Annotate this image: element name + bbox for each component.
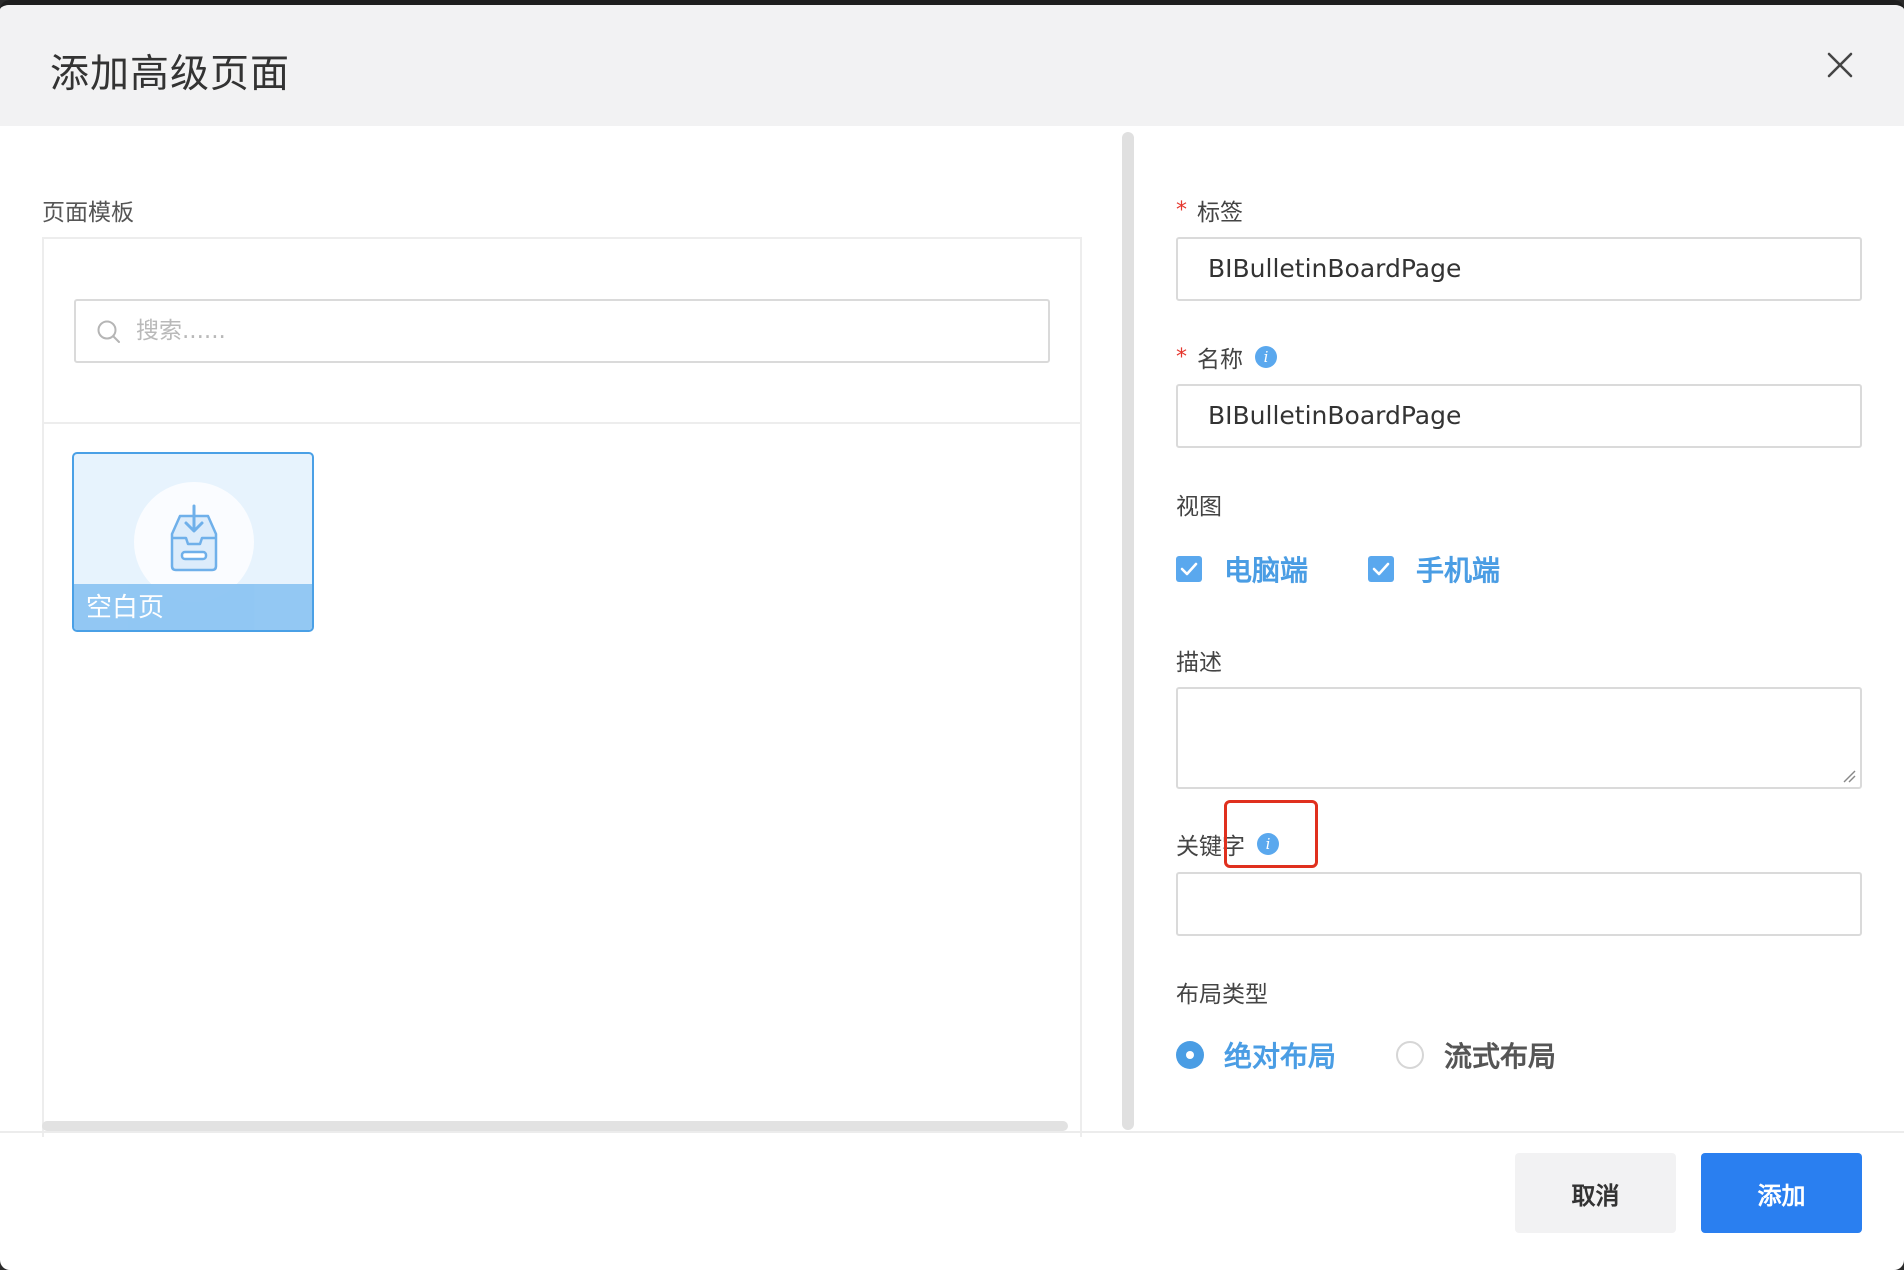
dialog-title: 添加高级页面 xyxy=(50,52,291,97)
radio-unselected-icon xyxy=(1396,1041,1424,1069)
info-icon[interactable]: i xyxy=(1255,346,1277,368)
layout-type-label: 布局类型 xyxy=(1176,982,1268,1008)
checkbox-checked-icon xyxy=(1368,556,1394,582)
checkbox-desktop[interactable]: 电脑端 xyxy=(1176,549,1308,589)
checkbox-mobile-label: 手机端 xyxy=(1416,554,1501,587)
add-button[interactable]: 添加 xyxy=(1701,1153,1862,1233)
template-card-blank[interactable]: 空白页 xyxy=(72,452,314,632)
radio-flow-label: 流式布局 xyxy=(1444,1040,1557,1073)
radio-selected-icon xyxy=(1176,1041,1204,1069)
required-mark: * xyxy=(1176,197,1187,223)
keywords-input[interactable] xyxy=(1176,872,1862,936)
add-advanced-page-dialog: 添加高级页面 页面模板 搜索...... 空白页 * 标签 BIBulletin… xyxy=(0,0,1904,1270)
template-panel xyxy=(42,237,1082,1137)
view-label: 视图 xyxy=(1176,494,1222,520)
horizontal-scrollbar[interactable] xyxy=(42,1121,1068,1131)
inbox-download-icon xyxy=(170,504,218,572)
vertical-scrollbar[interactable] xyxy=(1122,132,1134,1130)
checkbox-desktop-label: 电脑端 xyxy=(1224,554,1309,587)
footer-divider xyxy=(0,1131,1904,1133)
page-template-label: 页面模板 xyxy=(42,200,134,226)
radio-absolute-label: 绝对布局 xyxy=(1224,1040,1337,1073)
checkbox-checked-icon xyxy=(1176,556,1202,582)
label-input[interactable]: BIBulletinBoardPage xyxy=(1176,237,1862,301)
search-input[interactable] xyxy=(136,313,1016,349)
search-icon xyxy=(97,320,120,343)
template-caption: 空白页 xyxy=(74,584,312,630)
template-search-area xyxy=(44,239,1080,424)
resize-grip-icon[interactable] xyxy=(1842,769,1856,783)
description-label: 描述 xyxy=(1176,650,1222,676)
radio-absolute-layout[interactable]: 绝对布局 xyxy=(1176,1035,1336,1075)
name-input[interactable]: BIBulletinBoardPage xyxy=(1176,384,1862,448)
highlight-annotation xyxy=(1224,800,1318,868)
label-field-label: * 标签 xyxy=(1176,193,1243,227)
checkbox-mobile[interactable]: 手机端 xyxy=(1368,549,1500,589)
name-field-label: * 名称 i xyxy=(1176,340,1277,374)
template-search-box[interactable] xyxy=(74,299,1050,363)
label-field-text: 标签 xyxy=(1197,200,1243,226)
close-icon[interactable] xyxy=(1822,47,1858,83)
dialog-header: 添加高级页面 xyxy=(0,5,1904,126)
required-mark: * xyxy=(1176,344,1187,370)
description-textarea[interactable] xyxy=(1176,687,1862,789)
cancel-button[interactable]: 取消 xyxy=(1515,1153,1676,1233)
radio-flow-layout[interactable]: 流式布局 xyxy=(1396,1035,1556,1075)
name-field-text: 名称 xyxy=(1197,347,1243,373)
